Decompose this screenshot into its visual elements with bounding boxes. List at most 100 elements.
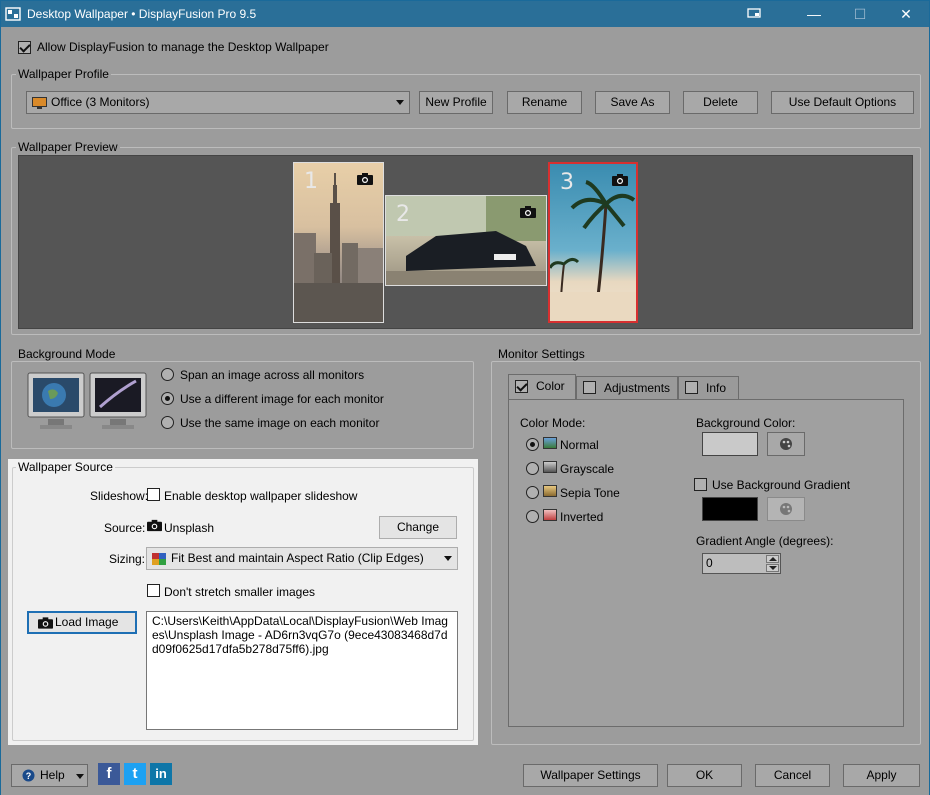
profile-select[interactable]: Office (3 Monitors) [26, 91, 410, 114]
tab-color-label: Color [536, 379, 565, 393]
slideshow-checkbox[interactable] [147, 488, 160, 501]
twitter-icon[interactable]: t [124, 763, 146, 785]
sepia-mode-icon [543, 485, 557, 497]
maximize-button[interactable]: ☐ [837, 1, 883, 27]
monitor-3-preview[interactable]: 3 [548, 162, 638, 323]
different-image-radio[interactable] [161, 392, 174, 405]
inverted-mode-icon [543, 509, 557, 521]
normal-radio[interactable] [526, 438, 539, 451]
monitor-3-number: 3 [560, 170, 574, 195]
image-path-textbox[interactable]: C:\Users\Keith\AppData\Local\DisplayFusi… [146, 611, 458, 730]
profile-selected-value: Office (3 Monitors) [51, 95, 150, 109]
change-source-button[interactable]: Change [379, 516, 457, 539]
help-button[interactable]: ? Help [11, 764, 88, 787]
tab-adjustments[interactable]: Adjustments [576, 376, 678, 401]
facebook-icon[interactable]: f [98, 763, 120, 785]
gradient-color-swatch[interactable] [702, 497, 758, 521]
adjustments-tab-checkbox[interactable] [583, 381, 596, 394]
save-as-button[interactable]: Save As [595, 91, 670, 114]
wallpaper-source-title: Wallpaper Source [16, 460, 115, 474]
sepia-label: Sepia Tone [560, 486, 620, 500]
cancel-button[interactable]: Cancel [755, 764, 830, 787]
grayscale-mode-icon [543, 461, 557, 473]
camera-icon [147, 519, 162, 532]
grayscale-radio[interactable] [526, 462, 539, 475]
camera-icon [38, 617, 53, 629]
camera-icon[interactable] [520, 206, 536, 218]
background-mode-title: Background Mode [16, 347, 118, 361]
tab-adjustments-label: Adjustments [604, 381, 671, 395]
dont-stretch-label: Don't stretch smaller images [164, 585, 316, 599]
gradient-angle-label: Gradient Angle (degrees): [696, 534, 834, 548]
background-color-swatch[interactable] [702, 432, 758, 456]
source-value: Unsplash [164, 521, 215, 535]
load-image-label: Load Image [55, 615, 119, 629]
info-tab-checkbox[interactable] [685, 381, 698, 394]
camera-icon[interactable] [612, 174, 628, 186]
use-gradient-checkbox[interactable] [694, 478, 707, 491]
monitor-settings-title: Monitor Settings [496, 347, 587, 361]
grayscale-label: Grayscale [560, 462, 615, 476]
different-image-label: Use a different image for each monitor [180, 392, 384, 406]
sizing-select[interactable]: Fit Best and maintain Aspect Ratio (Clip… [146, 547, 458, 570]
window-title: Desktop Wallpaper • DisplayFusion Pro 9.… [27, 7, 257, 21]
monitor-2-number: 2 [396, 202, 410, 227]
spinner-down-button[interactable] [766, 564, 779, 572]
chevron-down-icon [769, 566, 777, 570]
linkedin-icon[interactable]: in [150, 763, 172, 785]
color-tab-checkbox[interactable] [515, 380, 528, 393]
allow-manage-checkbox[interactable] [18, 41, 31, 54]
wallpaper-preview-area: 1 2 3 [18, 155, 913, 329]
span-image-radio[interactable] [161, 368, 174, 381]
wallpaper-profile-title: Wallpaper Profile [16, 67, 111, 81]
allow-manage-label: Allow DisplayFusion to manage the Deskto… [37, 40, 329, 54]
displayfusion-app-icon [5, 7, 21, 21]
slideshow-option-label: Enable desktop wallpaper slideshow [164, 489, 358, 503]
sizing-label: Sizing: [109, 552, 146, 566]
tab-color[interactable]: Color [508, 374, 576, 401]
load-image-button[interactable]: Load Image [27, 611, 137, 634]
span-image-label: Span an image across all monitors [180, 368, 365, 382]
wallpaper-settings-button[interactable]: Wallpaper Settings [523, 764, 658, 787]
close-button[interactable]: ✕ [883, 1, 929, 27]
sizing-selected-value: Fit Best and maintain Aspect Ratio (Clip… [171, 551, 424, 565]
same-image-label: Use the same image on each monitor [180, 416, 380, 430]
wallpaper-preview-title: Wallpaper Preview [16, 140, 120, 154]
monitors-illustration-icon [27, 372, 147, 429]
monitor-1-number: 1 [304, 169, 318, 194]
chevron-down-icon [444, 556, 452, 561]
tab-info[interactable]: Info [678, 376, 739, 401]
palette-icon [780, 438, 792, 450]
rename-button[interactable]: Rename [507, 91, 582, 114]
source-label: Source: [104, 521, 146, 535]
background-color-picker-button[interactable] [767, 432, 805, 456]
desktop-wallpaper-window: Desktop Wallpaper • DisplayFusion Pro 9.… [0, 0, 930, 795]
same-image-radio[interactable] [161, 416, 174, 429]
gradient-angle-value: 0 [706, 556, 713, 570]
spinner-up-button[interactable] [766, 555, 779, 563]
minimize-button[interactable]: — [791, 1, 837, 27]
help-label: Help [40, 768, 65, 782]
camera-icon[interactable] [357, 173, 373, 185]
svg-text:?: ? [26, 771, 32, 781]
inverted-label: Inverted [560, 510, 604, 524]
delete-button[interactable]: Delete [683, 91, 758, 114]
inverted-radio[interactable] [526, 510, 539, 523]
chevron-up-icon [769, 557, 777, 561]
use-default-options-button[interactable]: Use Default Options [771, 91, 914, 114]
sepia-radio[interactable] [526, 486, 539, 499]
normal-mode-icon [543, 437, 557, 449]
title-bar: Desktop Wallpaper • DisplayFusion Pro 9.… [1, 1, 929, 27]
palette-icon [780, 503, 792, 515]
monitor-2-preview[interactable]: 2 [385, 195, 547, 286]
gradient-color-picker-button[interactable] [767, 497, 805, 521]
new-profile-button[interactable]: New Profile [419, 91, 493, 114]
ok-button[interactable]: OK [667, 764, 742, 787]
monitor-icon [747, 8, 761, 18]
chevron-down-icon [396, 100, 404, 105]
dont-stretch-checkbox[interactable] [147, 584, 160, 597]
screen-icon-button[interactable] [731, 1, 777, 27]
apply-button[interactable]: Apply [843, 764, 920, 787]
gradient-angle-spinner[interactable]: 0 [702, 553, 781, 574]
monitor-1-preview[interactable]: 1 [293, 162, 384, 323]
